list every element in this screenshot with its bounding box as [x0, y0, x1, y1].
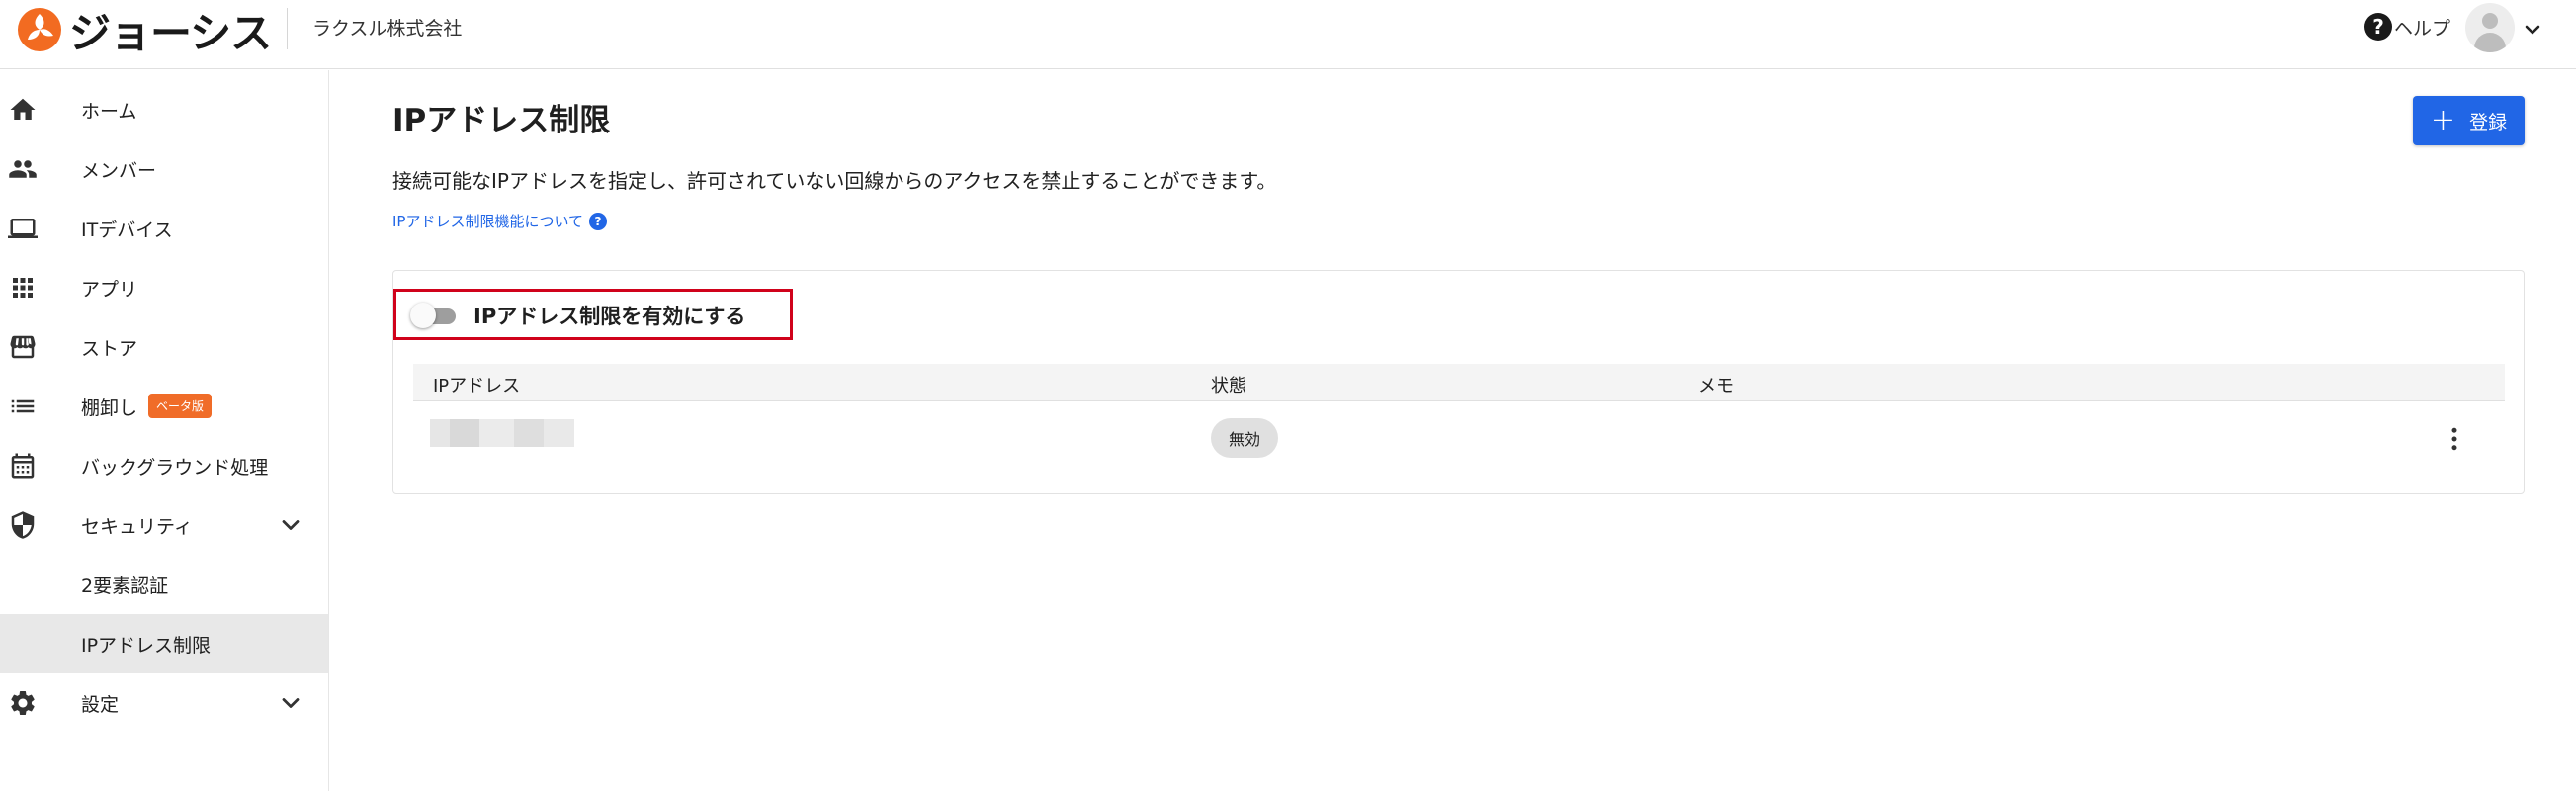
sidebar-item-label: ITデバイス	[81, 219, 173, 241]
sidebar-item-label: 棚卸し	[81, 396, 138, 419]
header-divider	[287, 8, 288, 49]
chevron-down-icon[interactable]	[2521, 18, 2544, 42]
info-link[interactable]: IPアドレス制限機能について ?	[392, 211, 608, 231]
page-description: 接続可能なIPアドレスを指定し、許可されていない回線からのアクセスを禁止すること…	[392, 169, 1277, 193]
chevron-down-icon[interactable]	[277, 689, 304, 717]
sidebar-item-label: バックグラウンド処理	[81, 456, 269, 479]
sidebar-item-label: IPアドレス制限	[81, 634, 212, 657]
gear-icon	[11, 691, 35, 715]
add-button-label: 登録	[2469, 111, 2508, 133]
company-name: ラクスル株式会社	[312, 18, 463, 40]
apps-grid-icon	[13, 278, 33, 298]
info-link-label: IPアドレス制限機能について	[392, 213, 584, 230]
list-icon	[11, 399, 35, 413]
shield-icon	[11, 511, 35, 539]
logo-text: ジョーシス	[69, 8, 272, 57]
avatar[interactable]	[2465, 3, 2515, 52]
app-logo[interactable]: ジョーシス	[16, 4, 272, 57]
column-header-ip: IPアドレス	[433, 376, 521, 396]
ip-restriction-toggle[interactable]	[410, 302, 460, 329]
table-header: IPアドレス 状態 メモ	[413, 364, 2505, 401]
sidebar-item-inventory[interactable]: 棚卸し ベータ版	[0, 377, 328, 436]
sidebar-item-ip-restriction[interactable]: IPアドレス制限	[0, 614, 328, 673]
add-button[interactable]: + 登録	[2413, 96, 2525, 145]
sidebar: ホーム メンバー ITデバイス アプリ ストア 棚卸し ベータ版 バックグラウン…	[0, 70, 329, 791]
ip-address-value	[430, 419, 574, 447]
sidebar-item-label: ストア	[81, 337, 138, 360]
top-header: ジョーシス ラクスル株式会社 ? ヘルプ	[0, 0, 2576, 69]
help-circle-icon: ?	[589, 212, 608, 230]
logo-mark-icon	[18, 8, 61, 51]
sidebar-item-apps[interactable]: アプリ	[0, 258, 328, 317]
table-row[interactable]: 無効	[413, 402, 2505, 474]
status-badge: 無効	[1211, 418, 1278, 458]
sidebar-item-settings[interactable]: 設定	[0, 673, 328, 733]
sidebar-item-label: セキュリティ	[81, 515, 193, 538]
home-icon	[10, 98, 36, 120]
help-icon: ?	[2364, 13, 2392, 41]
chevron-down-icon[interactable]	[277, 511, 304, 539]
sidebar-item-label: 設定	[81, 693, 120, 716]
store-icon	[10, 335, 36, 359]
sidebar-item-members[interactable]: メンバー	[0, 139, 328, 199]
sidebar-item-label: 2要素認証	[81, 574, 169, 597]
toggle-highlight: IPアドレス制限を有効にする	[393, 289, 793, 340]
calendar-icon	[11, 453, 35, 479]
sidebar-item-store[interactable]: ストア	[0, 317, 328, 377]
sidebar-item-label: ホーム	[81, 100, 137, 123]
toggle-label: IPアドレス制限を有効にする	[473, 305, 746, 328]
column-header-memo: メモ	[1698, 376, 1734, 396]
help-link[interactable]: ? ヘルプ	[2364, 13, 2450, 41]
sidebar-item-home[interactable]: ホーム	[0, 80, 328, 139]
people-icon	[9, 160, 37, 178]
beta-badge: ベータ版	[148, 394, 213, 418]
sidebar-item-label: アプリ	[81, 278, 138, 301]
sidebar-item-two-factor-auth[interactable]: 2要素認証	[0, 555, 328, 614]
sidebar-item-label: メンバー	[81, 159, 157, 182]
column-header-status: 状態	[1211, 376, 1246, 396]
help-label: ヘルプ	[2394, 17, 2451, 40]
sidebar-item-it-devices[interactable]: ITデバイス	[0, 199, 328, 258]
plus-icon: +	[2430, 103, 2456, 137]
sidebar-item-security[interactable]: セキュリティ	[0, 495, 328, 555]
page-title: IPアドレス制限	[392, 103, 611, 138]
laptop-icon	[8, 219, 38, 238]
more-vert-icon[interactable]	[2440, 424, 2469, 454]
sidebar-item-background-jobs[interactable]: バックグラウンド処理	[0, 436, 328, 495]
